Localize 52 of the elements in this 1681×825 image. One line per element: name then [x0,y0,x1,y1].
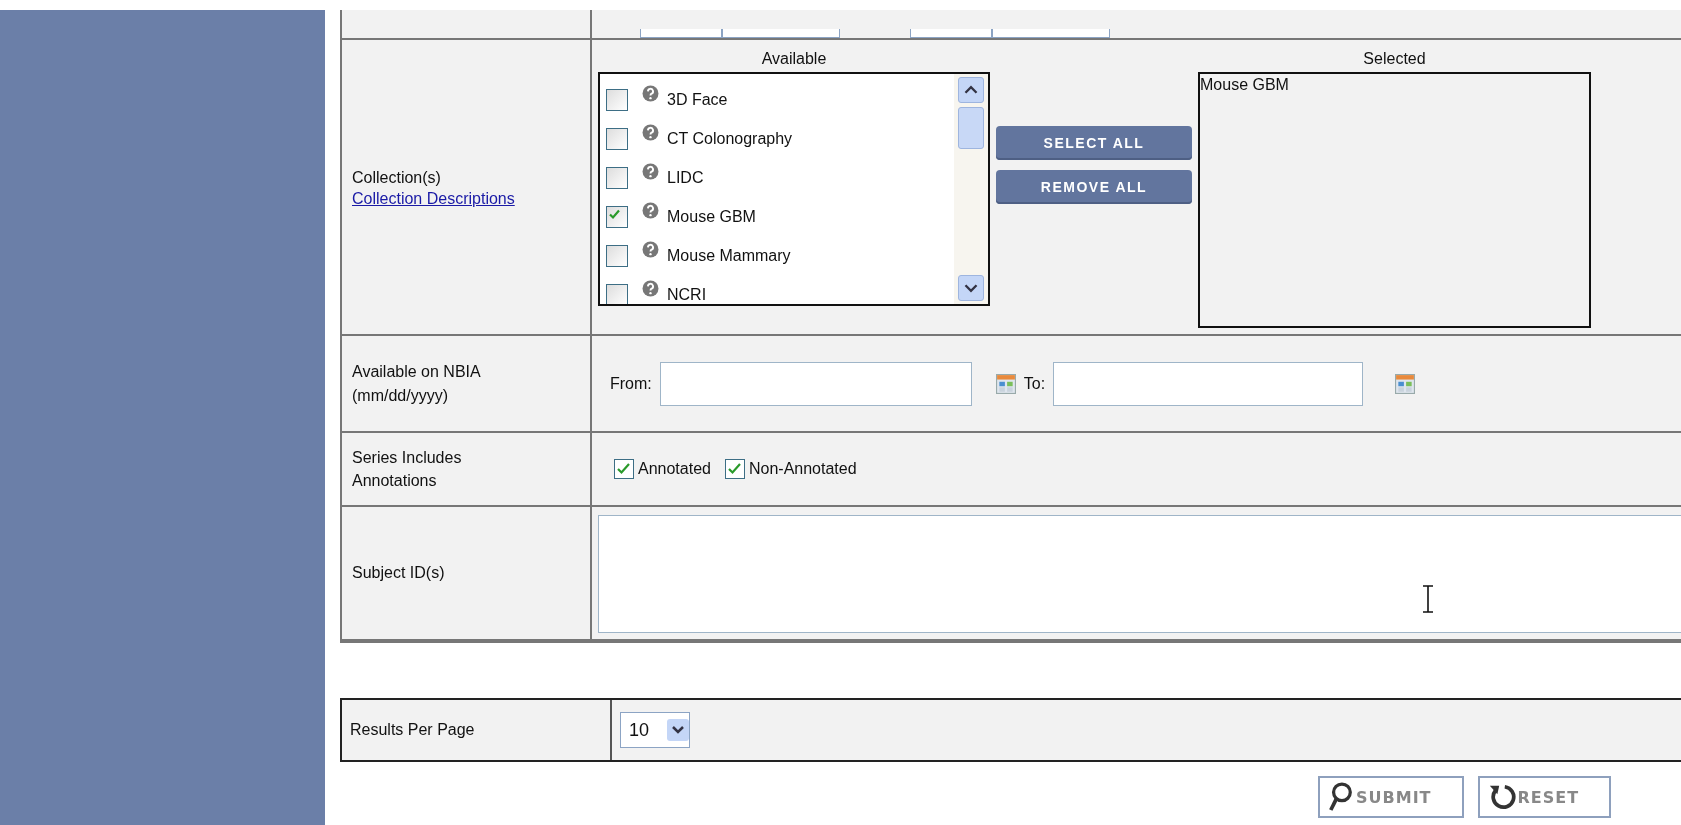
checkbox[interactable] [606,166,628,189]
scroll-down-button[interactable] [958,275,984,301]
dropdown-field[interactable] [910,29,1110,38]
field-label: Series Includes Annotations [352,447,463,491]
help-icon[interactable] [642,202,659,219]
collection-name: CT Colonography [667,129,793,148]
help-icon[interactable] [642,280,659,297]
checkbox[interactable] [606,205,628,228]
help-icon[interactable] [642,85,659,102]
date-input[interactable] [659,361,972,406]
text-cursor-icon [1422,585,1434,613]
help-icon[interactable] [642,124,659,141]
collection-name: LIDC [667,168,704,187]
checkbox[interactable] [606,244,628,267]
calendar-icon[interactable] [1395,373,1416,394]
collection-descriptions-link[interactable]: Collection Descriptions [352,189,580,208]
field-label: To: [1023,374,1046,393]
list-action-button[interactable]: SELECT ALL [996,126,1192,160]
option-label: Non-Annotated [748,460,857,478]
calendar-icon[interactable] [995,373,1016,394]
collection-name: NCRI [667,285,707,304]
search-icon [1328,781,1354,813]
search-button[interactable]: SUBMIT [1318,776,1464,818]
collection-name: 3D Face [667,90,728,109]
help-icon[interactable] [642,241,659,258]
column-heading: Selected [1362,49,1427,69]
collection-name: Mouse Mammary [667,246,791,265]
scrollbar-thumb[interactable] [958,107,984,149]
reset-button[interactable]: RESET [1477,776,1612,818]
checkbox[interactable] [606,88,628,111]
date-input[interactable] [1053,361,1364,406]
field-label: From: [610,374,652,393]
option-label: Annotated [638,460,711,478]
scrollbar-track[interactable] [954,74,988,304]
field-label: Available on NBIA (mm/dd/yyyy) [352,362,482,406]
collection-name: Mouse GBM [667,207,756,226]
help-icon[interactable] [642,163,659,180]
checkbox[interactable] [606,127,628,150]
dropdown-field[interactable] [640,29,840,38]
checkbox[interactable] [614,459,634,479]
scroll-up-button[interactable] [958,77,984,103]
results-per-page-select[interactable]: 10 [620,712,691,748]
subject-id-field[interactable] [598,515,1681,633]
list-action-button[interactable]: REMOVE ALL [996,170,1192,204]
field-label: Collection(s) [352,168,442,189]
field-label: Results Per Page [350,721,475,739]
checkbox[interactable] [606,283,628,304]
checkbox[interactable] [724,459,745,479]
refresh-icon [1487,782,1516,812]
field-label: Subject ID(s) [352,563,446,584]
column-heading: Available [760,49,828,69]
selected-item[interactable]: Mouse GBM [1200,76,1589,94]
